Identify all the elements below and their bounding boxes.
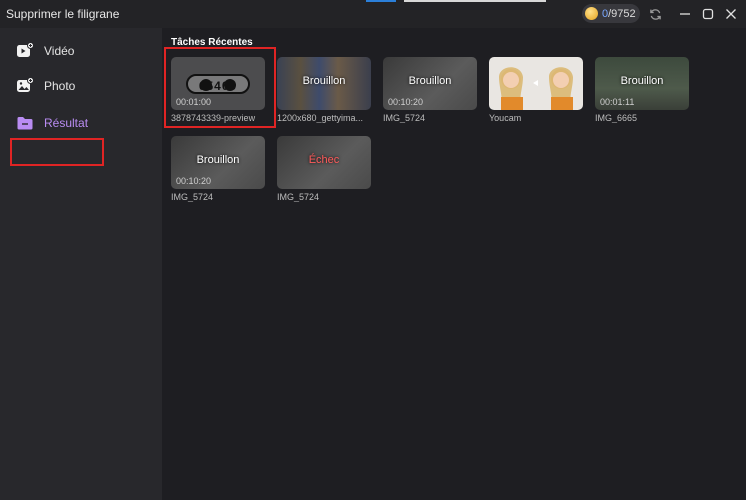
coin-icon	[585, 7, 598, 20]
task-card[interactable]: Échec	[277, 136, 371, 189]
video-icon	[17, 42, 34, 57]
refresh-button[interactable]	[646, 5, 664, 23]
maximize-icon	[702, 8, 714, 20]
sidebar-item-video[interactable]: Vidéo	[12, 39, 162, 63]
title-accent-bar	[366, 0, 396, 2]
duration: 00:10:20	[388, 97, 424, 107]
task-name: IMG_5724	[171, 192, 214, 202]
status-label: Brouillon	[620, 75, 664, 87]
selection-highlight	[10, 138, 104, 166]
minimize-icon	[680, 13, 690, 15]
title-accent-bar-light	[404, 0, 546, 2]
status-label: Brouillon	[302, 75, 346, 87]
credits-badge[interactable]: 0/9752	[582, 4, 640, 23]
status-label: Brouillon	[408, 75, 452, 87]
duration: 00:10:20	[176, 176, 212, 186]
selection-highlight	[164, 47, 276, 128]
task-name: IMG_5724	[383, 113, 426, 123]
credits-total: /9752	[608, 7, 636, 20]
title-bar: Supprimer le filigrane 0/9752	[0, 0, 746, 28]
task-card[interactable]: Brouillon 00:10:20	[383, 57, 477, 110]
credits-text: 0/9752	[602, 8, 636, 20]
task-name: IMG_5724	[277, 192, 320, 202]
close-icon	[726, 9, 736, 19]
sidebar-item-label: Vidéo	[44, 44, 75, 58]
status-label: Échec	[308, 154, 340, 166]
sidebar-item-result[interactable]: Résultat	[12, 111, 162, 135]
task-name: 1200x680_gettyima...	[277, 113, 364, 123]
minimize-button[interactable]	[676, 5, 694, 23]
duration: 00:01:11	[600, 97, 635, 107]
task-card[interactable]: Brouillon 00:10:20	[171, 136, 265, 189]
maximize-button[interactable]	[699, 5, 717, 23]
thumbnail-image	[499, 67, 573, 110]
task-name: Youcam	[489, 113, 522, 123]
task-card[interactable]	[489, 57, 583, 110]
refresh-icon	[649, 8, 661, 20]
folder-icon	[17, 117, 33, 130]
sidebar: Vidéo Photo Résultat	[0, 28, 162, 500]
sidebar-item-photo[interactable]: Photo	[12, 74, 162, 98]
sidebar-item-label: Résultat	[44, 116, 89, 130]
status-label: Brouillon	[196, 154, 240, 166]
task-name: IMG_6665	[595, 113, 638, 123]
app-title: Supprimer le filigrane	[6, 7, 120, 21]
sidebar-item-label: Photo	[44, 79, 76, 93]
close-button[interactable]	[722, 5, 740, 23]
photo-icon	[17, 77, 34, 92]
task-card[interactable]: Brouillon	[277, 57, 371, 110]
task-card[interactable]: Brouillon 00:01:11	[595, 57, 689, 110]
